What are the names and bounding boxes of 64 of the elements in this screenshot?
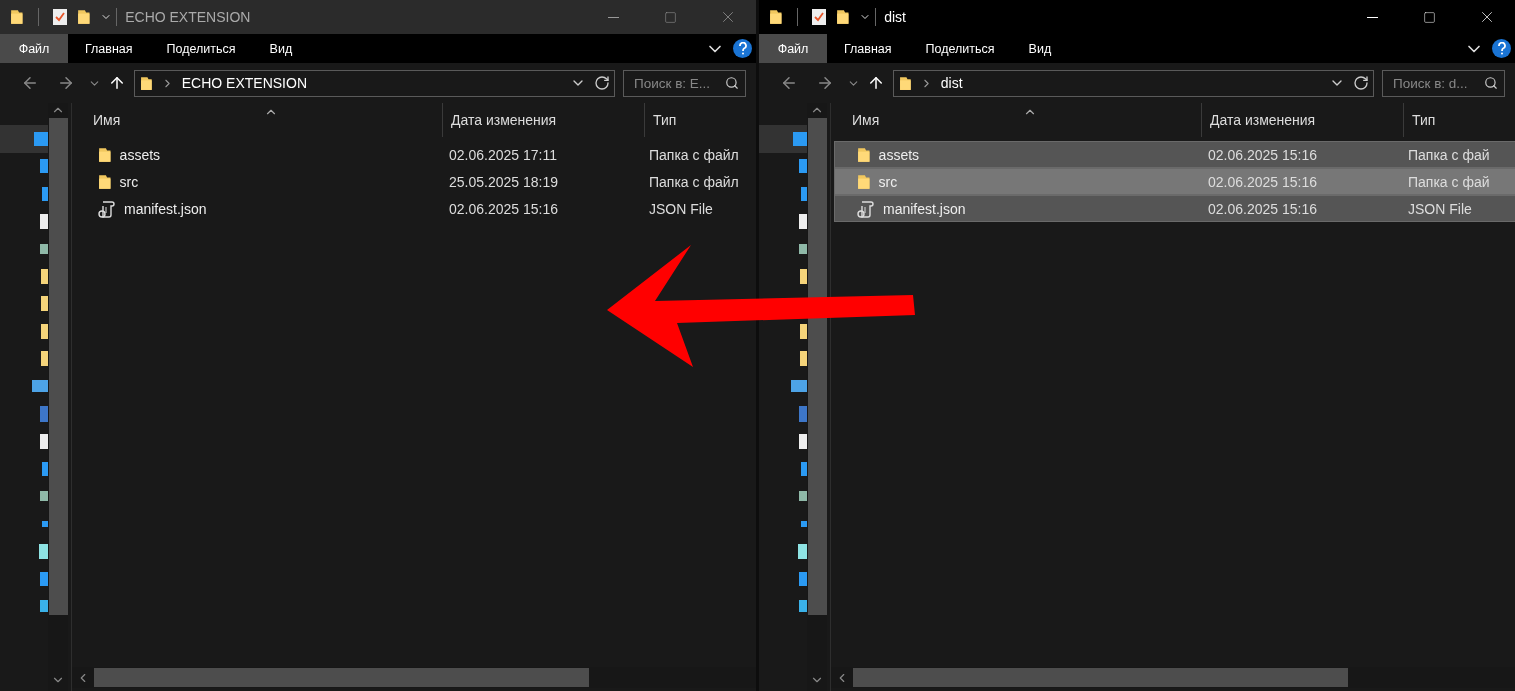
scrollbar-thumb[interactable] [853, 668, 1348, 687]
search-icon [1484, 76, 1498, 90]
file-type: JSON File [648, 200, 714, 217]
column-header[interactable]: Тип [1404, 103, 1515, 137]
date-modified: 02.06.2025 17:11 [448, 146, 558, 163]
scrollbar-thumb[interactable] [94, 668, 589, 687]
properties-icon[interactable] [811, 9, 826, 25]
file-name: src [119, 173, 139, 190]
refresh-icon[interactable] [594, 75, 610, 91]
script-file-icon [98, 199, 116, 218]
ribbon-tab[interactable]: Файл [759, 34, 827, 63]
file-row[interactable]: assets 02.06.2025 15:16 Папка с фай [834, 141, 1515, 168]
maximize-icon [1423, 10, 1436, 24]
address-field[interactable]: ECHO EXTENSION [134, 69, 615, 97]
file-name: assets [878, 146, 920, 163]
file-type: Папка с файл [648, 146, 740, 163]
file-type: Папка с фай [1407, 173, 1491, 190]
file-type: Папка с файл [648, 173, 740, 190]
file-row[interactable]: src 02.06.2025 15:16 Папка с фай [834, 168, 1515, 195]
window-title: ECHO EXTENSION [125, 9, 252, 25]
arrow-right-icon [57, 74, 75, 92]
file-row[interactable]: assets 02.06.2025 17:11 Папка с файл [75, 141, 756, 168]
help-icon[interactable] [733, 39, 752, 58]
file-row[interactable]: manifest.json 02.06.2025 15:16 JSON File [75, 195, 756, 222]
date-modified: 02.06.2025 15:16 [1207, 146, 1318, 163]
ribbon-tab[interactable]: Поделиться [149, 34, 253, 63]
address-field[interactable]: dist [893, 69, 1374, 97]
script-file-icon [857, 199, 875, 218]
date-modified: 02.06.2025 15:16 [1207, 173, 1318, 190]
date-modified: 25.05.2025 18:19 [448, 173, 559, 190]
ribbon-tab[interactable]: Главная [827, 34, 909, 63]
scrollbar-thumb[interactable] [807, 118, 827, 615]
ribbon-tab[interactable]: Файл [0, 34, 68, 63]
file-type: Папка с фай [1407, 146, 1491, 163]
column-header[interactable]: Дата изменения [1202, 103, 1404, 137]
column-header[interactable]: Имя [72, 103, 443, 137]
column-header[interactable]: Дата изменения [443, 103, 645, 137]
file-name: assets [119, 146, 161, 163]
window-title: dist [884, 9, 907, 25]
arrow-right-icon [816, 74, 834, 92]
file-name: manifest.json [883, 200, 966, 217]
help-icon[interactable] [1492, 39, 1511, 58]
maximize-icon [664, 10, 677, 24]
ribbon-tab[interactable]: Вид [1011, 34, 1069, 63]
date-modified: 02.06.2025 15:16 [1207, 200, 1318, 217]
minimize-icon [1367, 16, 1378, 18]
date-modified: 02.06.2025 15:16 [448, 200, 559, 217]
file-name: src [878, 173, 898, 190]
file-type: JSON File [1407, 200, 1473, 217]
refresh-icon[interactable] [1353, 75, 1369, 91]
scrollbar-thumb[interactable] [48, 118, 68, 615]
minimize-icon [608, 16, 619, 18]
search-icon [725, 76, 739, 90]
properties-icon[interactable] [52, 9, 67, 25]
ribbon-tab[interactable]: Поделиться [908, 34, 1012, 63]
column-header[interactable]: Имя [831, 103, 1202, 137]
file-row[interactable]: src 25.05.2025 18:19 Папка с файл [75, 168, 756, 195]
search-field[interactable]: Поиск в: E... [623, 69, 746, 97]
file-row[interactable]: manifest.json 02.06.2025 15:16 JSON File [834, 195, 1515, 222]
search-field[interactable]: Поиск в: d... [1382, 69, 1505, 97]
file-name: manifest.json [124, 200, 207, 217]
column-header[interactable]: Тип [645, 103, 756, 137]
ribbon-tab[interactable]: Вид [252, 34, 310, 63]
ribbon-tab[interactable]: Главная [68, 34, 150, 63]
